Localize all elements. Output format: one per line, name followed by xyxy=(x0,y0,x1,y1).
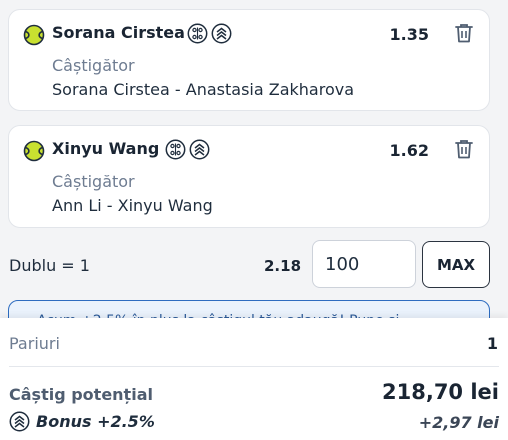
selection-match: Sorana Cirstea - Anastasia Zakharova xyxy=(52,80,354,99)
stake-input[interactable] xyxy=(312,240,416,288)
stats-badge-icon xyxy=(187,23,208,44)
bets-count: 1 xyxy=(486,334,498,353)
boost-badge-icon xyxy=(211,23,232,44)
selection-badges xyxy=(165,139,210,160)
selection-player-name: Xinyu Wang xyxy=(52,139,160,158)
selection-odds: 1.35 xyxy=(389,25,429,44)
selection-odds: 1.62 xyxy=(389,141,429,160)
selection-card: Sorana Cirstea 1.35 Câștigător Sorana Ci… xyxy=(8,9,490,111)
selection-market: Câștigător xyxy=(52,56,135,75)
bets-label: Pariuri xyxy=(9,334,60,353)
selection-market: Câștigător xyxy=(52,172,135,191)
summary-divider xyxy=(9,366,499,367)
betslip-summary: Pariuri 1 Câștig potențial 218,70 lei Bo… xyxy=(0,318,508,440)
tennis-ball-icon xyxy=(23,140,45,162)
selection-badges xyxy=(187,23,232,44)
bonus-label: Bonus +2.5% xyxy=(36,412,155,431)
selection-match: Ann Li - Xinyu Wang xyxy=(52,196,213,215)
potential-win-value: 218,70 lei xyxy=(382,380,499,404)
trash-icon[interactable] xyxy=(453,138,475,160)
boost-badge-icon xyxy=(9,411,30,432)
potential-win-label: Câștig potențial xyxy=(9,385,153,404)
bet-type-label: Dublu = 1 xyxy=(9,256,90,275)
max-stake-button[interactable]: MAX xyxy=(422,241,490,288)
tennis-ball-icon xyxy=(23,24,45,46)
selection-card: Xinyu Wang 1.62 Câștigător Ann Li - Xiny… xyxy=(8,125,490,228)
selection-player-name: Sorana Cirstea xyxy=(52,23,185,42)
trash-icon[interactable] xyxy=(453,22,475,44)
bonus-row: Bonus +2.5% xyxy=(9,411,155,432)
stats-badge-icon xyxy=(165,139,186,160)
bonus-value: +2,97 lei xyxy=(418,413,499,432)
total-odds: 2.18 xyxy=(264,257,302,275)
boost-badge-icon xyxy=(189,139,210,160)
